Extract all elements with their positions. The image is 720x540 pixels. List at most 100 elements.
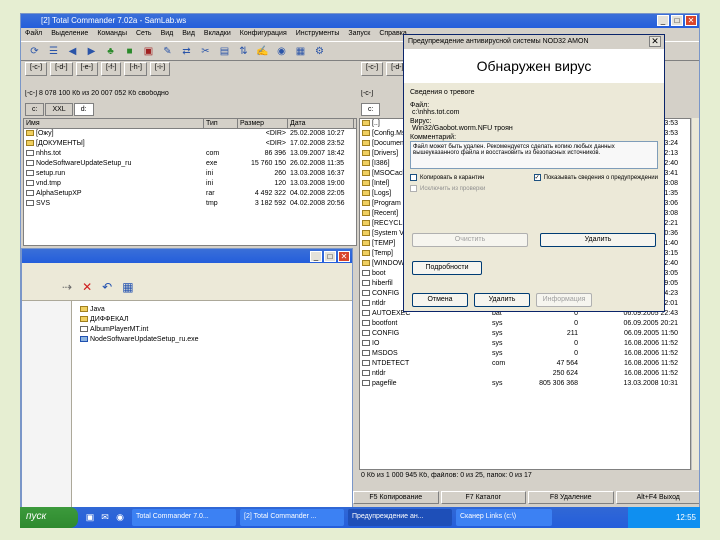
explorer-maximize-button[interactable]: □ bbox=[324, 251, 336, 262]
f7-mkdir-button[interactable]: F7 Каталог bbox=[440, 491, 526, 504]
views-icon[interactable]: ▦ bbox=[122, 280, 133, 295]
col-name-header[interactable]: Имя bbox=[24, 119, 204, 128]
file-size: 0 bbox=[574, 350, 578, 357]
drive-f-button[interactable]: [-f-] bbox=[100, 62, 122, 76]
disconnect-icon[interactable]: ✂ bbox=[198, 45, 213, 59]
quarantine-checkbox[interactable]: Копировать в карантин bbox=[410, 174, 484, 181]
table-row[interactable]: AlphaSetupXP rar 4 492 322 04.02.2008 22:05 bbox=[24, 189, 356, 199]
right-tab-c[interactable]: c: bbox=[361, 103, 381, 116]
exclude-checkbox[interactable]: Исключить из проверки bbox=[410, 185, 658, 192]
media-icon[interactable]: ◉ bbox=[114, 512, 126, 524]
list-item[interactable]: NodeSoftwareUpdateSetup_ru.exe bbox=[78, 335, 201, 345]
taskbar-item-tc1[interactable]: Total Commander 7.0... bbox=[132, 509, 236, 526]
dialog-close-button[interactable]: ✕ bbox=[649, 36, 661, 47]
stop-button[interactable]: Отмена bbox=[412, 293, 468, 307]
col-size-header[interactable]: Размер bbox=[238, 119, 288, 128]
delete-icon[interactable]: ✕ bbox=[82, 280, 92, 295]
table-row[interactable]: IO sys 0 16.08.2006 11:52 bbox=[360, 339, 690, 349]
explorer-minimize-button[interactable]: _ bbox=[310, 251, 322, 262]
table-row[interactable]: ntldr 250 624 16.08.2006 11:52 bbox=[360, 369, 690, 379]
right-scrollbar[interactable] bbox=[691, 118, 699, 470]
delete-button[interactable]: Удалить bbox=[474, 293, 530, 307]
find-icon[interactable]: ▣ bbox=[141, 45, 156, 59]
folder-icon bbox=[362, 230, 370, 236]
ftp-icon[interactable]: ⇄ bbox=[179, 45, 194, 59]
refresh-icon[interactable]: ⟳ bbox=[27, 45, 42, 59]
details-button[interactable]: Подробности bbox=[412, 261, 482, 275]
close-button[interactable]: ✕ bbox=[685, 15, 697, 26]
virus-label: Вирус: bbox=[410, 118, 432, 125]
view-icon[interactable]: ◉ bbox=[274, 45, 289, 59]
file-name: [Recent] bbox=[372, 210, 399, 217]
drive-h-button[interactable]: [-h-] bbox=[124, 62, 147, 76]
menu-commands[interactable]: Команды bbox=[97, 30, 127, 38]
table-row[interactable]: [ДОКУМЕНТЫ] <DIR> 17.02.2008 23:52 bbox=[24, 139, 356, 149]
list-item[interactable]: ДИФФЕКАЛ bbox=[78, 315, 201, 325]
col-date-header[interactable]: Дата bbox=[288, 119, 354, 128]
notepad-icon[interactable]: ▦ bbox=[293, 45, 308, 59]
forward-icon[interactable]: ▶ bbox=[84, 45, 99, 59]
file-size: 47 564 bbox=[556, 360, 578, 367]
menu-tabs[interactable]: Вкладки bbox=[204, 30, 231, 38]
table-row[interactable]: nhhs.tot com 86 396 13.09.2007 18:42 bbox=[24, 149, 356, 159]
menu-config[interactable]: Конфигурация bbox=[240, 30, 287, 38]
table-row[interactable]: NTDETECT com 47 564 16.08.2006 11:52 bbox=[360, 359, 690, 369]
drive-i-button[interactable]: [-i-] bbox=[149, 62, 171, 76]
start-button[interactable]: пуск bbox=[20, 507, 78, 528]
menu-view2[interactable]: Вид bbox=[182, 30, 195, 38]
table-row[interactable]: SVS tmp 3 182 592 04.02.2008 20:56 bbox=[24, 199, 356, 209]
info-button[interactable]: Информация bbox=[536, 293, 592, 307]
right-drive-c-button[interactable]: [-c-] bbox=[361, 62, 384, 76]
minimize-button[interactable]: _ bbox=[657, 15, 669, 26]
delete-main-button[interactable]: Удалить bbox=[540, 233, 656, 247]
tab-d[interactable]: d: bbox=[73, 103, 94, 116]
exit-button[interactable]: Alt+F4 Выход bbox=[615, 491, 699, 504]
maximize-button[interactable]: □ bbox=[671, 15, 683, 26]
table-row[interactable]: CONFIG sys 211 06.09.2005 11:50 bbox=[360, 329, 690, 339]
table-row[interactable]: bootfont sys 0 06.09.2005 20:21 bbox=[360, 319, 690, 329]
col-type-header[interactable]: Тип bbox=[204, 119, 238, 128]
table-row[interactable]: setup.run ini 260 13.03.2008 16:37 bbox=[24, 169, 356, 179]
settings-icon[interactable]: ⚙ bbox=[312, 45, 327, 59]
drive-d-button[interactable]: [-d-] bbox=[50, 62, 73, 76]
menu-tools[interactable]: Инструменты bbox=[296, 30, 340, 38]
back-icon[interactable]: ◀ bbox=[65, 45, 80, 59]
table-row[interactable]: [Ожу] <DIR> 25.02.2008 10:27 bbox=[24, 129, 356, 139]
clean-button[interactable]: Очистить bbox=[412, 233, 528, 247]
table-row[interactable]: NodeSoftwareUpdateSetup_ru exe 15 760 150 2… bbox=[24, 159, 356, 169]
compare-icon[interactable]: ▤ bbox=[217, 45, 232, 59]
rename-icon[interactable]: ✎ bbox=[160, 45, 175, 59]
menu-file[interactable]: Файл bbox=[25, 30, 42, 38]
mail-icon[interactable]: ✉ bbox=[99, 512, 111, 524]
table-row[interactable]: vnd.tmp ini 120 13.03.2008 19:00 bbox=[24, 179, 356, 189]
taskbar-item-scanner[interactable]: Сканер Links (c:\) bbox=[456, 509, 552, 526]
taskbar-item-alert[interactable]: Предупреждение ан... bbox=[348, 509, 452, 526]
tree-icon[interactable]: ☰ bbox=[46, 45, 61, 59]
tab-c[interactable]: c: bbox=[25, 103, 45, 116]
unpack-icon[interactable]: ■ bbox=[122, 45, 137, 59]
desktop-icon[interactable]: ▣ bbox=[84, 512, 96, 524]
taskbar-item-tc2[interactable]: [2] Total Commander ... bbox=[240, 509, 344, 526]
table-row[interactable]: MSDOS sys 0 16.08.2006 11:52 bbox=[360, 349, 690, 359]
sync-icon[interactable]: ⇅ bbox=[236, 45, 251, 59]
menu-select[interactable]: Выделение bbox=[51, 30, 88, 38]
explorer-close-button[interactable]: ✕ bbox=[338, 251, 350, 262]
file-icon bbox=[362, 310, 370, 316]
menu-run[interactable]: Запуск bbox=[348, 30, 370, 38]
edit-icon[interactable]: ✍ bbox=[255, 45, 270, 59]
details-checkbox[interactable]: ✓ Показывать сведения о предупреждении bbox=[533, 174, 658, 181]
drive-c-button[interactable]: [-c-] bbox=[25, 62, 48, 76]
left-file-panel[interactable]: Имя Тип Размер Дата [Ожу] <DIR> 25.02.2008… bbox=[23, 118, 357, 246]
drive-e-button[interactable]: [-e-] bbox=[75, 62, 98, 76]
menu-view[interactable]: Вид bbox=[161, 30, 174, 38]
menu-net[interactable]: Сеть bbox=[136, 30, 152, 38]
move-to-icon[interactable]: ⇢ bbox=[62, 280, 72, 295]
table-row[interactable]: pagefile sys 805 306 368 13.03.2008 10:31 bbox=[360, 379, 690, 389]
list-item[interactable]: AlbumPlayerMT.int bbox=[78, 325, 201, 335]
f8-delete-button[interactable]: F8 Удаление bbox=[528, 491, 614, 504]
f5-copy-button[interactable]: F5 Копирование bbox=[353, 491, 439, 504]
tab-xxl[interactable]: XXL bbox=[45, 103, 73, 116]
pack-icon[interactable]: ♣ bbox=[103, 45, 118, 59]
list-item[interactable]: Java bbox=[78, 305, 201, 315]
undo-icon[interactable]: ↶ bbox=[102, 280, 112, 295]
